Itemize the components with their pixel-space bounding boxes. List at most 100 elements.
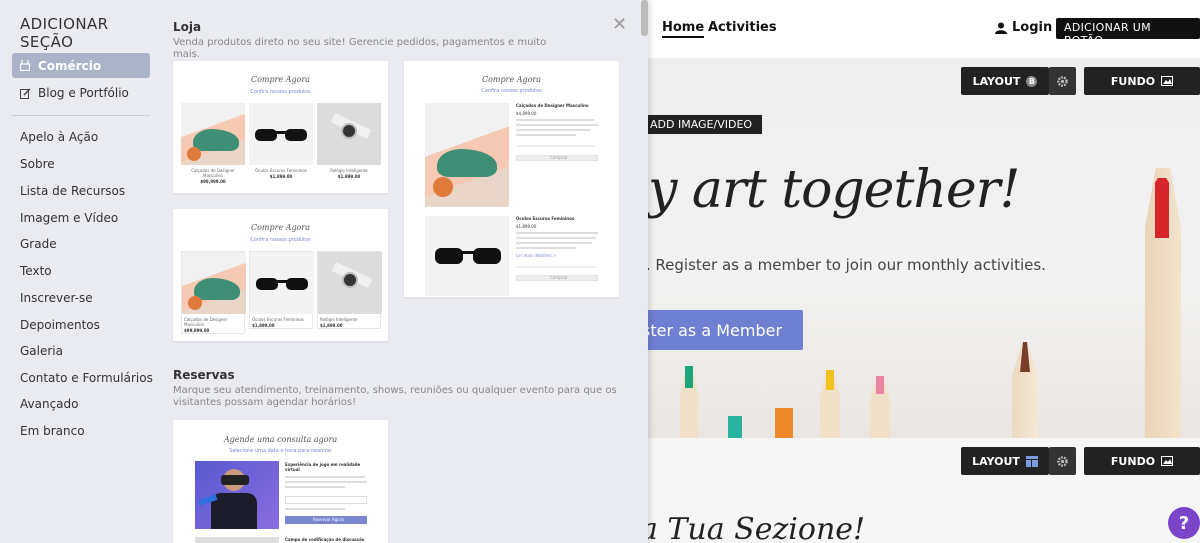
pencil-decoration: [1155, 178, 1169, 238]
panel-scrollbar[interactable]: [641, 0, 648, 36]
shoe-image: [181, 103, 245, 165]
bookings-section-title: Reservas: [173, 368, 235, 382]
card-link: Confira nossos produtos: [481, 88, 542, 94]
card-heading: Compre Agora: [481, 75, 542, 84]
panel-title: ADICIONAR SEÇÃO: [20, 15, 109, 51]
product-tile: Calçados de Designer Masculino $99,899.0…: [181, 251, 246, 334]
sidebar-item-advanced[interactable]: Avançado: [20, 397, 78, 411]
close-icon[interactable]: ✕: [612, 14, 627, 35]
card-link: Selecione uma data e hora para reservar: [229, 448, 332, 454]
shoe-image: [182, 252, 246, 314]
shoe-image: [425, 103, 509, 207]
product-price: $1,899.00: [516, 224, 537, 229]
sunglasses-image: [249, 103, 313, 165]
sidebar-item-contact-forms[interactable]: Contato e Formulários: [20, 371, 153, 385]
product-name: Relógio Inteligente: [330, 168, 368, 173]
product-name: Relógio Inteligente: [320, 317, 358, 322]
card-heading: Compre Agora: [250, 75, 311, 84]
pencil-decoration: [876, 376, 884, 394]
register-member-button[interactable]: ster as a Member: [640, 310, 803, 350]
product-price: $99,899.00: [184, 328, 210, 333]
nav-activities-link[interactable]: Activities: [708, 20, 777, 35]
layout-button[interactable]: LAYOUT B: [961, 67, 1049, 95]
bookings-template[interactable]: Agende uma consulta agora Selecione uma …: [173, 420, 388, 543]
sidebar-item-blank[interactable]: Em branco: [20, 424, 85, 438]
nav-login-link[interactable]: Login: [995, 20, 1052, 35]
store-icon: [20, 60, 30, 71]
help-button[interactable]: ?: [1168, 507, 1200, 539]
sidebar-item-about[interactable]: Sobre: [20, 157, 55, 171]
sidebar-divider: [12, 115, 150, 116]
product-price: $1,899.00: [269, 174, 293, 179]
product-name: Óculos Escuros Femininos: [255, 168, 307, 173]
gear-icon: [1057, 455, 1068, 467]
book-now-label: Reservar Agora: [313, 517, 344, 522]
lower-section: LAYOUT FUNDO a Tua Sezione! ?: [640, 438, 1200, 543]
smartwatch-image: [317, 103, 381, 165]
card-heading: Agende uma consulta agora: [223, 435, 338, 444]
add-button-button[interactable]: ADICIONAR UM BOTÃO.: [1056, 18, 1200, 47]
sidebar-item-label: Comércio: [38, 58, 102, 73]
shop-template-grid[interactable]: Compre Agora Confira nossos produtos Cal…: [173, 61, 388, 193]
add-section-panel: ADICIONAR SEÇÃO Comércio Blog e Portfóli…: [0, 0, 648, 543]
hero-title[interactable]: y art together!: [648, 160, 1020, 220]
sidebar-item-gallery[interactable]: Galeria: [20, 344, 63, 358]
hero-section: LAYOUT B FUNDO ADD IMAGE/VIDEO y art tog…: [640, 58, 1200, 438]
product-tile: Relógio Inteligente $1,899.00: [317, 251, 382, 329]
sidebar-item-commerce[interactable]: Comércio: [12, 53, 150, 78]
hero-subtitle[interactable]: t. Register as a member to join our mont…: [640, 256, 1046, 274]
product-tile: Óculos Escuros Femininos $1,899.00: [249, 251, 314, 329]
sunglasses-image: [250, 252, 314, 314]
layout-label: LAYOUT: [972, 74, 1021, 88]
site-preview: Home Activities Login ADICIONAR UM BOTÃO…: [640, 0, 1200, 543]
product-price: $1,899.00: [337, 174, 361, 179]
service-name: Campo de codificação de discussão: [285, 537, 365, 542]
sidebar-item-call-to-action[interactable]: Apelo à Ação: [20, 130, 98, 144]
pencil-decoration: [775, 408, 793, 438]
nav-home-link[interactable]: Home: [662, 20, 705, 38]
card-heading: Compre Agora: [250, 223, 311, 232]
card-link: Confira nossos produtos: [250, 237, 311, 243]
edit-icon: [20, 87, 31, 99]
pencil-decoration: [685, 366, 693, 388]
sidebar-item-testimonials[interactable]: Depoimentos: [20, 318, 100, 332]
section-title[interactable]: a Tua Sezione!: [640, 512, 865, 543]
product-price: $99,899.00: [200, 179, 226, 184]
background-button-lower[interactable]: FUNDO: [1084, 447, 1200, 475]
bookings-section-description: Marque seu atendimento, treinamento, sho…: [173, 385, 617, 408]
section-templates-list: ✕ Loja Venda produtos direto no seu site…: [160, 0, 648, 543]
shop-template-detail[interactable]: Compre Agora Confira nossos produtos Cal…: [404, 61, 619, 297]
image-icon: [1161, 456, 1174, 466]
sidebar-item-features[interactable]: Lista de Recursos: [20, 184, 125, 198]
layout-label-lower: LAYOUT: [972, 454, 1020, 468]
sidebar-item-grid[interactable]: Grade: [20, 237, 57, 251]
sidebar-item-image-video[interactable]: Imagem e Vídeo: [20, 211, 118, 225]
pencil-decoration: [728, 416, 742, 438]
product-name: Calçados de Designer Masculino: [191, 168, 235, 178]
section-settings-button[interactable]: [1049, 67, 1076, 95]
add-media-button[interactable]: ADD IMAGE/VIDEO: [640, 115, 763, 134]
sidebar-item-text[interactable]: Texto: [20, 264, 52, 278]
layout-button-lower[interactable]: LAYOUT: [961, 447, 1049, 475]
sidebar-item-blog[interactable]: Blog e Portfólio: [20, 86, 129, 100]
sunglasses-image: [425, 216, 509, 296]
image-icon: [1161, 76, 1174, 86]
product-tile: Óculos Escuros Femininos $1,899.00: [249, 103, 313, 179]
add-to-cart-label: Comprar: [550, 275, 568, 280]
user-icon: [995, 22, 1007, 34]
background-button[interactable]: FUNDO: [1084, 67, 1200, 95]
screen: Home Activities Login ADICIONAR UM BOTÃO…: [0, 0, 1200, 543]
sidebar-item-subscribe[interactable]: Inscrever-se: [20, 291, 93, 305]
product-tile: Relógio Inteligente $1,899.00: [317, 103, 381, 179]
section-settings-button-lower[interactable]: [1049, 447, 1076, 475]
shop-template-bordered[interactable]: Compre Agora Confira nossos produtos Cal…: [173, 209, 388, 341]
product-tile: Calçados de Designer Masculino $99,899.0…: [181, 103, 245, 184]
service-name: Experiência de jogo em realidade virtual: [285, 462, 361, 472]
shop-section-title: Loja: [173, 20, 202, 34]
background-label: FUNDO: [1110, 74, 1156, 88]
product-name: Calçados de Designer Masculino: [184, 317, 228, 327]
layout-grid-icon: [1025, 455, 1038, 467]
product-name: Óculos Escuros Femininos: [516, 216, 575, 221]
card-link: Confira nossos produtos: [250, 89, 311, 95]
product-price: $1,899.00: [320, 323, 343, 328]
